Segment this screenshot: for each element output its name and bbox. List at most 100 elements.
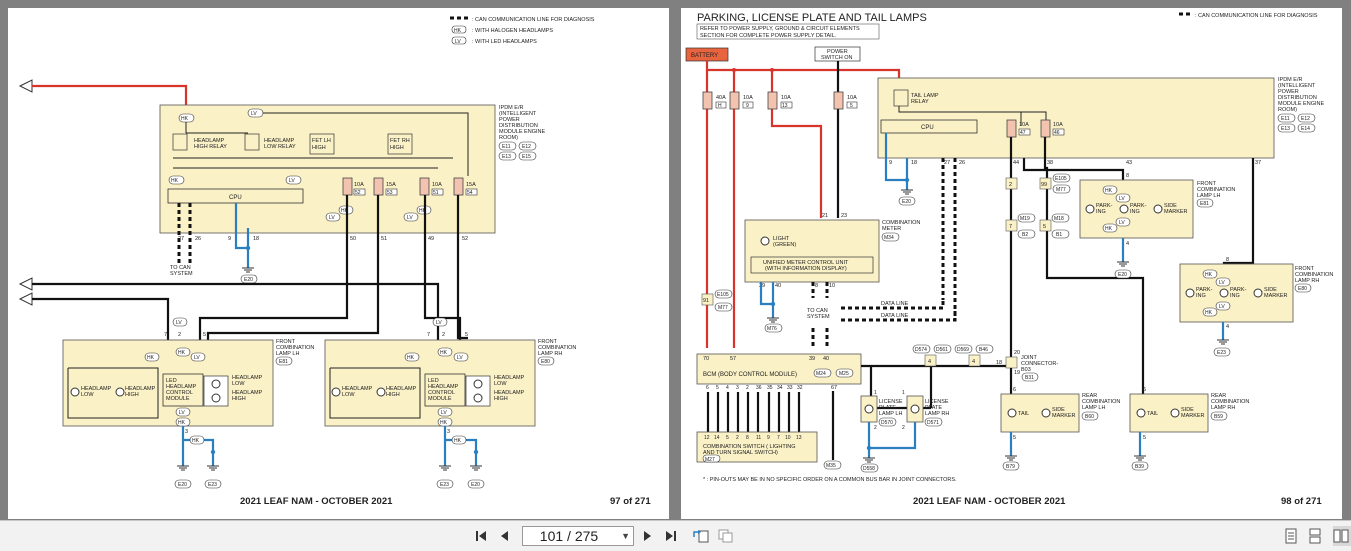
- svg-text:E81: E81: [279, 359, 288, 365]
- svg-text:37: 37: [1255, 160, 1261, 166]
- svg-text:DATA LINE: DATA LINE: [881, 313, 909, 319]
- svg-text:52: 52: [355, 190, 361, 196]
- svg-text:BATTERY: BATTERY: [691, 53, 718, 59]
- svg-text:40: 40: [823, 356, 829, 362]
- ipdm-label: IPDM E/R (INTELLIGENT POWER DISTRIBUTION…: [1277, 77, 1324, 133]
- svg-text:40A: 40A: [716, 95, 726, 101]
- svg-text:HK: HK: [147, 355, 155, 361]
- svg-text:27: 27: [944, 160, 950, 166]
- bcm-body-control-module: [696, 353, 862, 385]
- ground-icon: [242, 267, 254, 273]
- svg-text:HK: HK: [178, 350, 186, 356]
- rotate-icon[interactable]: [692, 526, 712, 546]
- svg-text:3: 3: [185, 429, 188, 435]
- svg-text:D569: D569: [957, 347, 969, 353]
- prev-page-icon[interactable]: [498, 526, 514, 546]
- pdf-viewer-toolbar: 101 / 275 ▼: [0, 520, 1351, 551]
- svg-text:LAMP LH: LAMP LH: [1082, 405, 1105, 411]
- ipdm-er-box: [877, 77, 1275, 159]
- svg-text:B59: B59: [1214, 414, 1223, 420]
- svg-text:MARKER: MARKER: [1181, 413, 1205, 419]
- svg-text:E23: E23: [440, 482, 449, 488]
- svg-text:MARKER: MARKER: [1164, 209, 1188, 215]
- svg-text:HIGH RELAY: HIGH RELAY: [194, 144, 227, 150]
- svg-text:10A: 10A: [847, 95, 857, 101]
- svg-text:35: 35: [767, 385, 773, 391]
- svg-text:99: 99: [1041, 182, 1047, 188]
- svg-text:5: 5: [465, 332, 468, 338]
- svg-text:SECTION FOR COMPLETE POWER SUP: SECTION FOR COMPLETE POWER SUPPLY DETAIL…: [700, 33, 837, 39]
- bulb-icon: [1085, 204, 1095, 214]
- svg-text:23: 23: [841, 213, 847, 219]
- svg-text:BCM (BODY CONTROL MODULE): BCM (BODY CONTROL MODULE): [703, 372, 797, 378]
- svg-text:6: 6: [1143, 387, 1146, 393]
- single-page-view-icon[interactable]: [1285, 526, 1303, 546]
- svg-text:7: 7: [427, 332, 430, 338]
- svg-text:SYSTEM: SYSTEM: [807, 314, 830, 320]
- svg-text:HK: HK: [440, 350, 448, 356]
- indicator-light-icon: [760, 236, 770, 246]
- continuous-view-icon[interactable]: [1309, 526, 1327, 546]
- svg-text:13: 13: [796, 435, 802, 441]
- page-number-select[interactable]: 101 / 275 ▼: [522, 526, 634, 546]
- svg-text:M19: M19: [1020, 216, 1030, 222]
- bulb-icon: [115, 387, 125, 397]
- led-icon: [1219, 288, 1229, 298]
- svg-text:FET RH: FET RH: [390, 138, 410, 144]
- svg-text:LAMP RH: LAMP RH: [538, 351, 562, 357]
- svg-text:12: 12: [704, 435, 710, 441]
- legend: : CAN COMMUNICATION LINE FOR DIAGNOSIS H…: [450, 16, 595, 45]
- two-page-view-icon[interactable]: [1333, 526, 1351, 546]
- svg-text:10A: 10A: [743, 95, 753, 101]
- svg-text:E13: E13: [502, 154, 511, 160]
- svg-text:D570: D570: [881, 420, 893, 426]
- svg-text:E80: E80: [1298, 286, 1307, 292]
- svg-text:M18: M18: [1054, 216, 1064, 222]
- svg-text:LV: LV: [176, 320, 182, 326]
- svg-text:MODULE: MODULE: [166, 396, 190, 402]
- svg-text:HK: HK: [454, 28, 462, 34]
- svg-text:34: 34: [777, 385, 783, 391]
- svg-text:53: 53: [387, 190, 393, 196]
- svg-text:M76: M76: [767, 326, 777, 332]
- svg-text:8: 8: [815, 283, 818, 289]
- svg-text:18: 18: [911, 160, 917, 166]
- svg-text:E20: E20: [1118, 272, 1127, 278]
- svg-text:HIGH: HIGH: [312, 145, 326, 151]
- svg-text:LAMP RH: LAMP RH: [1211, 405, 1235, 411]
- last-page-icon[interactable]: [664, 526, 682, 546]
- svg-text:2: 2: [902, 425, 905, 431]
- svg-text:HIGH: HIGH: [494, 396, 508, 402]
- svg-text:HIGH: HIGH: [390, 145, 404, 151]
- lamp-rh-label: FRONT COMBINATION LAMP RH E80: [537, 339, 576, 366]
- svg-text:LV: LV: [1219, 304, 1225, 310]
- copy-icon[interactable]: [717, 526, 737, 546]
- ground-icon: [863, 457, 875, 463]
- svg-text:ROOM): ROOM): [499, 135, 518, 141]
- first-page-icon[interactable]: [474, 526, 492, 546]
- led-icon: [473, 393, 483, 403]
- svg-text:E15: E15: [522, 154, 531, 160]
- led-icon: [1153, 204, 1163, 214]
- svg-text:8: 8: [746, 435, 749, 441]
- ground-icon: [1217, 339, 1229, 345]
- svg-text:LV: LV: [251, 111, 257, 117]
- svg-text:: WITH HALOGEN HEADLAMPS: : WITH HALOGEN HEADLAMPS: [472, 28, 553, 34]
- svg-text:32: 32: [797, 385, 803, 391]
- svg-text:LAMP LH: LAMP LH: [276, 351, 299, 357]
- svg-text:70: 70: [703, 356, 709, 362]
- svg-text:8: 8: [1226, 257, 1229, 263]
- right-wiring-diagram: PARKING, LICENSE PLATE AND TAIL LAMPS RE…: [685, 12, 1333, 507]
- svg-text:M35: M35: [826, 463, 836, 469]
- svg-text:10A: 10A: [354, 182, 364, 188]
- svg-text:(WITH INFORMATION DISPLAY): (WITH INFORMATION DISPLAY): [765, 266, 847, 272]
- svg-text:M25: M25: [839, 371, 849, 377]
- svg-text:E105: E105: [717, 292, 729, 298]
- svg-text:9: 9: [228, 236, 231, 242]
- svg-text:57: 57: [730, 356, 736, 362]
- next-page-icon[interactable]: [642, 526, 658, 546]
- svg-text:E20: E20: [244, 277, 253, 283]
- svg-text:4: 4: [928, 359, 931, 365]
- led-icon: [1253, 288, 1263, 298]
- svg-text:2: 2: [736, 435, 739, 441]
